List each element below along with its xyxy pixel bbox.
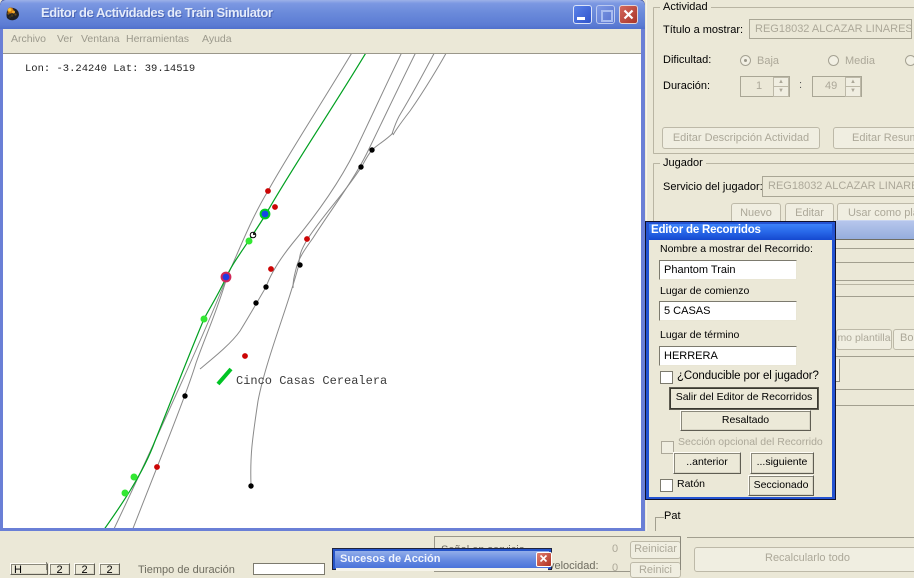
svg-text:Lon: -3.24240 Lat: 39.14519: Lon: -3.24240 Lat: 39.14519	[25, 63, 195, 75]
svg-text:Cinco Casas Cerealera: Cinco Casas Cerealera	[236, 374, 387, 388]
